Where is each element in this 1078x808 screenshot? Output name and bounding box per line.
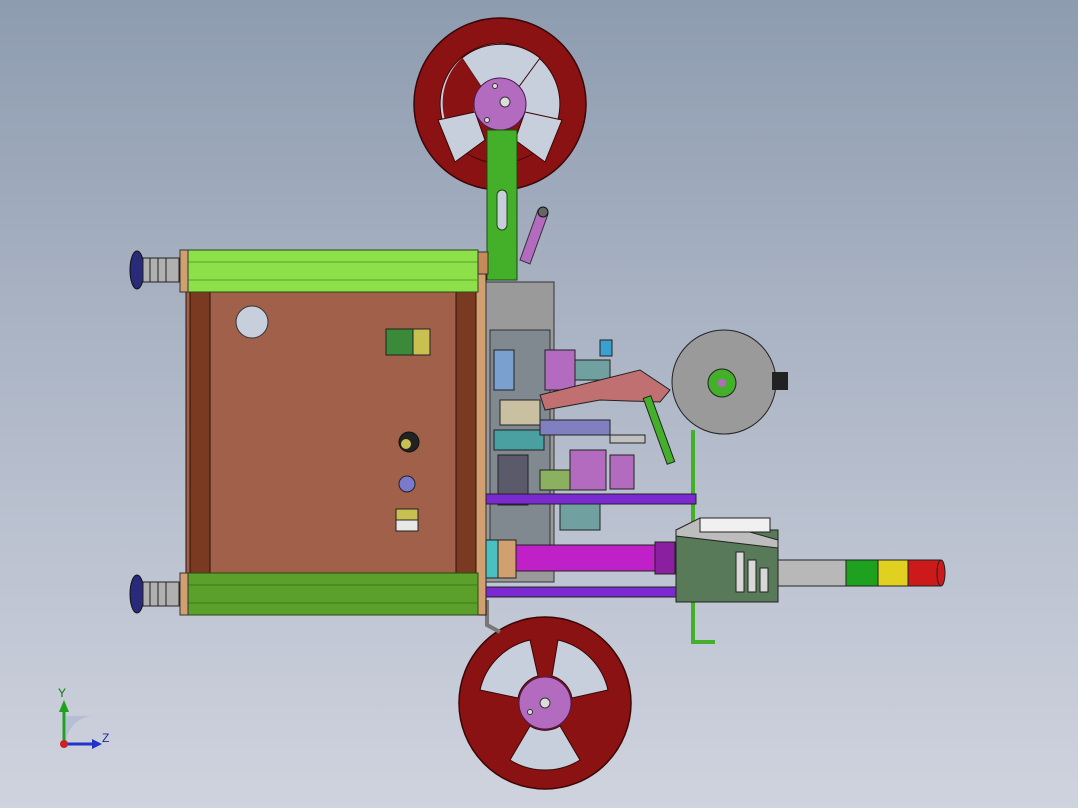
lower-rod bbox=[485, 586, 677, 598]
main-housing[interactable] bbox=[185, 254, 487, 616]
axis-z-label: Z bbox=[102, 731, 110, 745]
pneumatic-cylinder[interactable] bbox=[485, 539, 676, 579]
foot-top bbox=[129, 250, 180, 290]
cad-viewport[interactable] bbox=[0, 0, 1078, 808]
bottom-reel[interactable] bbox=[458, 616, 632, 790]
bottom-rail[interactable] bbox=[179, 572, 479, 616]
tape-drum[interactable] bbox=[671, 329, 788, 435]
mechanism-assembly[interactable] bbox=[485, 281, 676, 583]
axis-y-label: Y bbox=[58, 686, 67, 700]
upper-rod bbox=[485, 493, 697, 505]
controller-unit[interactable] bbox=[675, 517, 779, 603]
light-tower-icon[interactable] bbox=[777, 559, 946, 587]
axis-triad-icon bbox=[59, 700, 102, 749]
foot-bottom bbox=[129, 574, 180, 614]
top-rail[interactable] bbox=[179, 249, 489, 293]
